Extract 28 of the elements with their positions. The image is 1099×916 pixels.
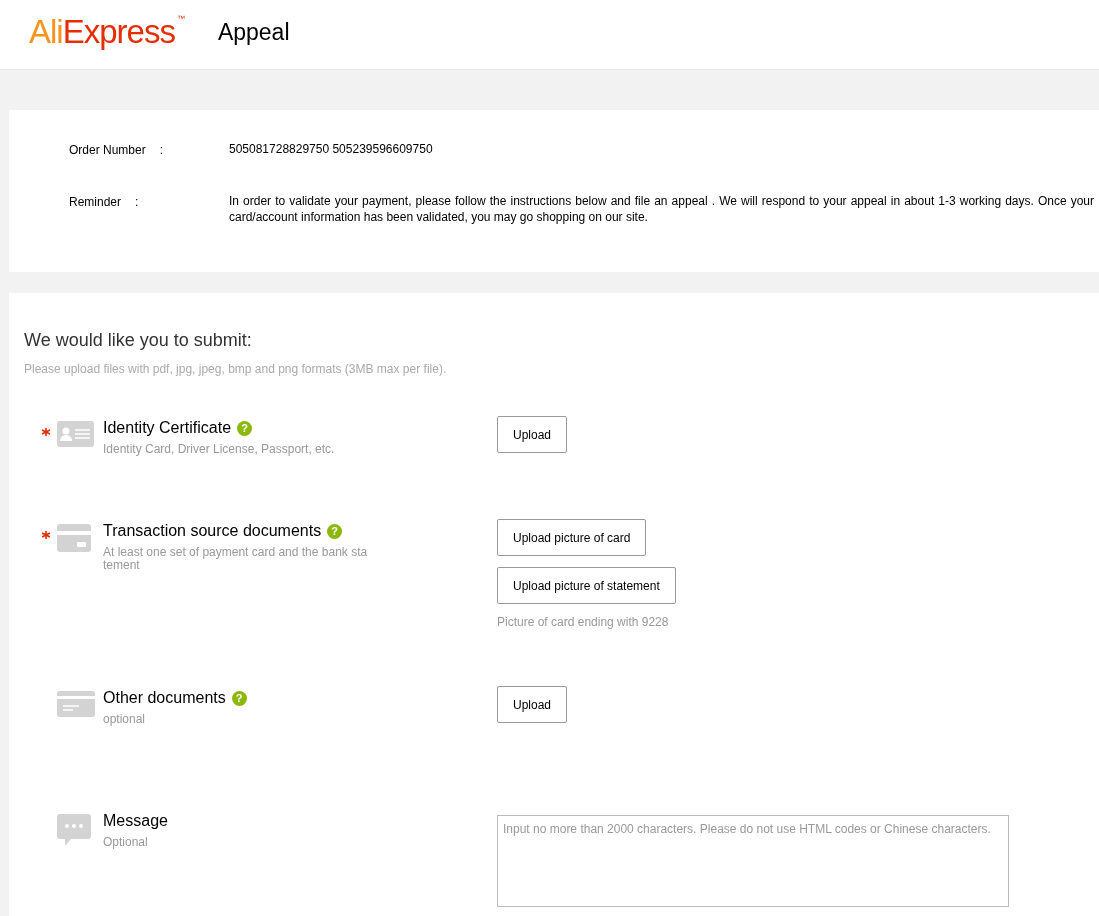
field-value: 505081728829750 505239596609750 [229,141,434,158]
card-note: Picture of card ending with 9228 [497,614,669,631]
field-label: Reminder [69,194,122,211]
credit-card-icon [57,524,91,552]
message-field[interactable]: Input no more than 2000 characters. Please do not use HTML codes or Chinese characters. [497,815,1009,907]
chat-bubble-icon [57,814,91,846]
aliexpress-logo: AliExpress™ [29,15,184,52]
item-description: Identity Card, Driver License, Passport, etc. [103,443,336,456]
page-title: Appeal [217,18,290,48]
item-title: Message [103,811,168,831]
label-separator: : [135,194,139,211]
section-heading: We would like you to submit: [24,329,253,352]
item-description: optional [103,713,147,726]
upload-hint: Please upload files with pdf, jpg, jpeg, bmp and png formats (3MB max per file). [24,361,448,378]
card-icon [57,691,95,717]
upload-button[interactable]: Upload picture of card [497,519,647,556]
item-title: Other documents [103,688,226,708]
field-label: Order Number [69,142,146,159]
item-description: At least one set of payment card and the bank sta tement [103,546,369,572]
item-description: Optional [103,836,149,849]
item-title: Identity Certificate [103,418,232,438]
item-title: Transaction source documents [103,521,322,541]
id-card-icon [57,421,94,447]
upload-button[interactable]: Upload picture of statement [497,567,676,604]
upload-button[interactable]: Upload [497,686,568,723]
field-value: In order to validate your payment, please follow the instructions below and file an appeal . We will respond to your appeal in about 1-3 working days. Once your card/account information has been validated, you may go shopping on our site. [229,193,1094,225]
upload-button[interactable]: Upload [497,416,568,453]
label-separator: : [159,142,164,159]
